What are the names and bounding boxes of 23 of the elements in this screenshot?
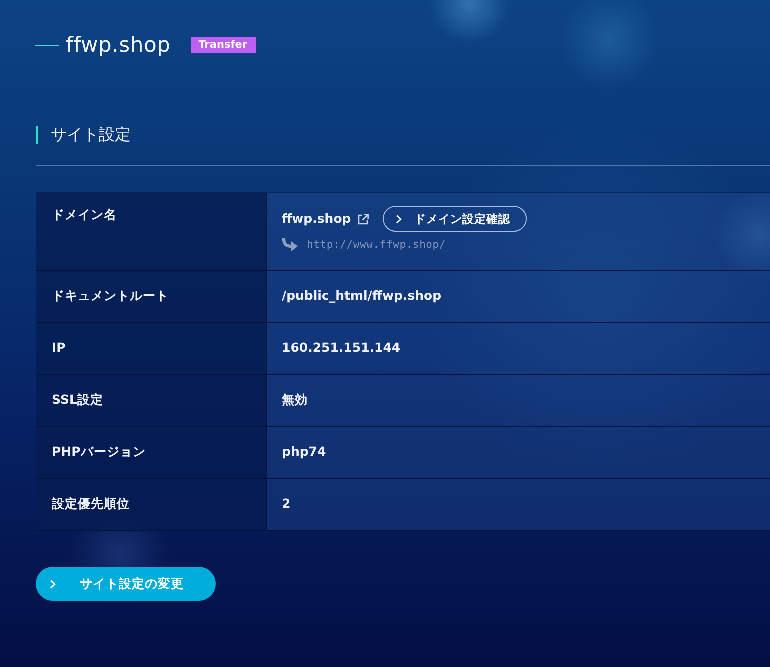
label-cell: ドメイン名 — [36, 193, 267, 271]
external-link-icon[interactable] — [358, 214, 370, 224]
redirect-url: http://www.ffwp.shop/ — [307, 238, 446, 253]
value-cell: 160.251.151.144 — [267, 323, 770, 375]
value-cell: 2 — [267, 479, 770, 531]
domain-settings-button[interactable]: ドメイン設定確認 — [383, 206, 528, 232]
label-cell: 設定優先順位 — [36, 479, 267, 531]
label-cell: ドキュメントルート — [36, 271, 267, 323]
transfer-badge: Transfer — [190, 37, 256, 53]
value-cell: 無効 — [267, 375, 770, 427]
value-cell: /public_html/ffwp.shop — [267, 271, 770, 323]
domain-name: ffwp.shop — [282, 210, 352, 228]
chevron-icon — [50, 580, 56, 588]
value-cell: php74 — [267, 427, 770, 479]
section-accent-bar — [36, 126, 38, 144]
title-accent-line — [35, 44, 59, 46]
label-cell: SSL設定 — [36, 375, 267, 427]
label-cell: PHPバージョン — [36, 427, 267, 479]
curved-arrow-icon — [282, 238, 299, 252]
label-cell: IP — [36, 323, 267, 375]
section-title: サイト設定 — [51, 124, 131, 146]
chevron-icon — [396, 214, 402, 224]
site-title: ffwp.shop — [66, 33, 171, 57]
